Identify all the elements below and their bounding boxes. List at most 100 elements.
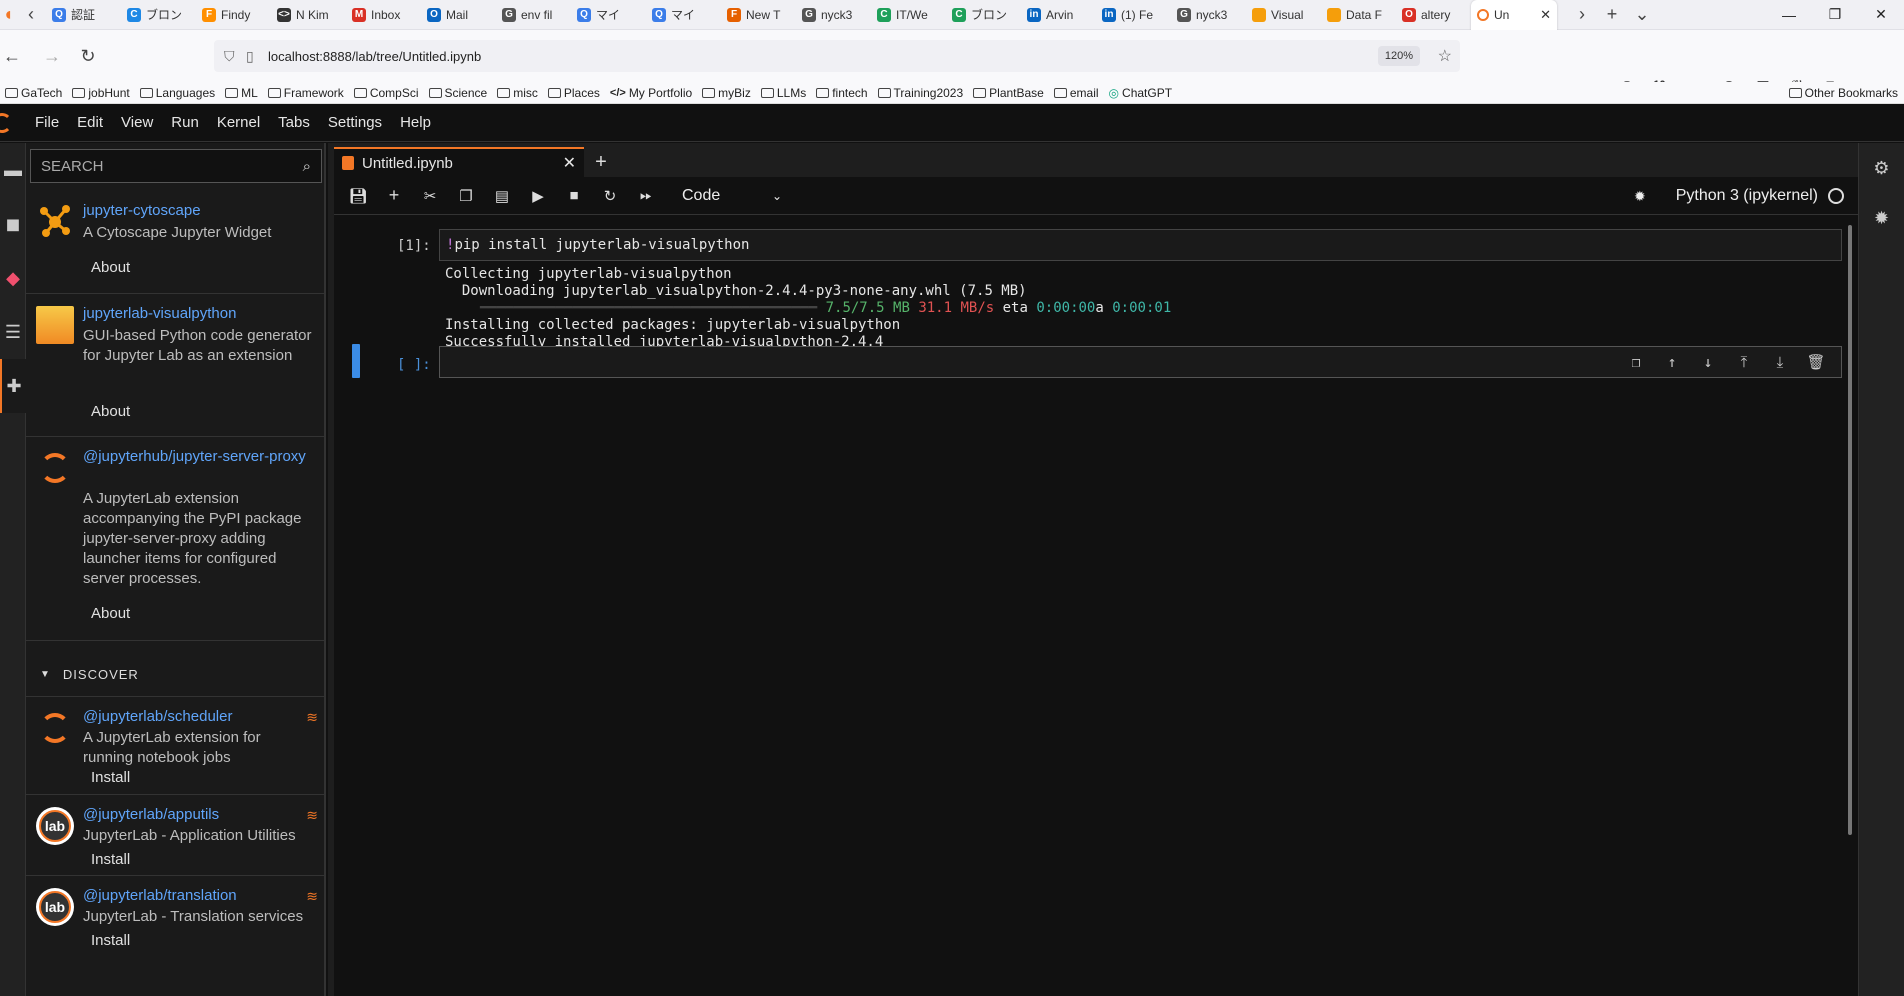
file-browser-icon[interactable]: ▬ — [0, 143, 26, 197]
zoom-level-badge[interactable]: 120% — [1377, 46, 1420, 66]
bookmark-item[interactable]: ML — [220, 86, 263, 100]
duplicate-cell-icon[interactable]: ❐ — [1623, 347, 1649, 377]
bookmark-item[interactable]: Science — [424, 86, 493, 100]
close-notebook-icon[interactable]: ✕ — [563, 153, 576, 173]
minimize-window-icon[interactable]: — — [1766, 0, 1812, 30]
menu-file[interactable]: File — [26, 114, 68, 131]
property-inspector-icon[interactable]: ☰ — [0, 305, 26, 359]
bookmark-item[interactable]: ◎ ChatGPT — [1104, 86, 1178, 100]
cut-icon[interactable]: ✂ — [412, 181, 448, 211]
cell-type-select[interactable]: Code ⌄ — [682, 187, 782, 205]
debugger-panel-icon[interactable]: ✹ — [1859, 193, 1904, 243]
browser-tab[interactable]: in Arvin — [1021, 2, 1096, 28]
bookmark-star-icon[interactable]: ☆ — [1438, 46, 1452, 66]
browser-tab[interactable]: Q マイ — [646, 2, 721, 28]
close-window-icon[interactable]: ✕ — [1858, 0, 1904, 30]
url-text[interactable]: localhost:8888/lab/tree/Untitled.ipynb — [268, 49, 481, 64]
menu-edit[interactable]: Edit — [68, 114, 112, 131]
move-down-icon[interactable]: ↓ — [1695, 347, 1721, 377]
extension-name[interactable]: jupyter-cytoscape — [83, 201, 313, 221]
menu-tabs[interactable]: Tabs — [269, 114, 319, 131]
bookmark-item[interactable]: CompSci — [349, 86, 424, 100]
about-button[interactable]: About — [83, 257, 138, 279]
move-up-icon[interactable]: ↑ — [1659, 347, 1685, 377]
restore-window-icon[interactable]: ❐ — [1812, 0, 1858, 30]
install-button[interactable]: Install — [83, 849, 138, 871]
bookmark-item[interactable]: GaTech — [0, 86, 67, 100]
warning-icon[interactable]: ≋ — [306, 709, 318, 726]
back-icon[interactable]: ← — [0, 38, 24, 74]
browser-tab-active[interactable]: Un ✕ — [1471, 0, 1557, 30]
extension-name[interactable]: @jupyterlab/translation — [83, 886, 313, 906]
running-terminals-icon[interactable]: ◼ — [0, 197, 26, 251]
property-settings-icon[interactable]: ⚙ — [1859, 143, 1904, 193]
insert-above-icon[interactable]: ⤒ — [1731, 347, 1757, 377]
bookmark-item[interactable]: email — [1049, 86, 1104, 100]
warning-icon[interactable]: ≋ — [306, 807, 318, 824]
browser-tab[interactable]: Gnyck3 — [1171, 2, 1246, 28]
menu-kernel[interactable]: Kernel — [208, 114, 269, 131]
menu-view[interactable]: View — [112, 114, 162, 131]
menu-run[interactable]: Run — [162, 114, 208, 131]
code-cell-input-empty[interactable]: ❐ ↑ ↓ ⤒ ⤓ 🗑︎ — [439, 346, 1842, 378]
install-button[interactable]: Install — [83, 930, 138, 952]
firefox-view-icon[interactable]: ◖ — [0, 0, 16, 30]
page-info-icon[interactable]: ▯ — [246, 48, 268, 65]
bookmark-item[interactable]: jobHunt — [67, 86, 134, 100]
list-tabs-icon[interactable]: ⌄ — [1627, 0, 1657, 30]
browser-tab[interactable]: C ブロン — [946, 2, 1021, 28]
copy-icon[interactable]: ❐ — [448, 181, 484, 211]
insert-cell-icon[interactable]: + — [376, 181, 412, 211]
extension-name[interactable]: @jupyterlab/scheduler — [83, 707, 313, 727]
browser-tab[interactable]: F Findy — [196, 2, 271, 28]
bookmark-item[interactable]: </> My Portfolio — [605, 86, 697, 100]
run-icon[interactable]: ▶ — [520, 181, 556, 211]
warning-icon[interactable]: ≋ — [306, 888, 318, 905]
stop-icon[interactable]: ■ — [556, 181, 592, 211]
bookmark-item[interactable]: Languages — [135, 86, 220, 100]
discover-section-header[interactable]: ▼ DISCOVER — [26, 653, 324, 697]
new-tab-icon[interactable]: + — [1597, 0, 1627, 30]
extension-name[interactable]: @jupyterhub/jupyter-server-proxy — [83, 447, 313, 467]
browser-tab[interactable]: O Mail — [421, 2, 496, 28]
bookmark-item[interactable]: fintech — [811, 86, 872, 100]
browser-tab[interactable]: Visual — [1246, 2, 1321, 28]
tracking-shield-icon[interactable]: ⛉ — [224, 48, 246, 65]
menu-help[interactable]: Help — [391, 114, 440, 131]
extension-name[interactable]: jupyterlab-visualpython — [83, 304, 313, 324]
other-bookmarks[interactable]: Other Bookmarks — [1784, 86, 1904, 100]
browser-tab[interactable]: Data F — [1321, 2, 1396, 28]
new-launcher-icon[interactable]: + — [586, 147, 616, 177]
about-button[interactable]: About — [83, 401, 138, 423]
paste-icon[interactable]: ▤ — [484, 181, 520, 211]
extension-manager-icon[interactable]: ✚ — [0, 359, 26, 413]
delete-cell-icon[interactable]: 🗑︎ — [1803, 347, 1829, 377]
fast-forward-icon[interactable]: ⏩︎ — [628, 181, 664, 211]
notebook-scrollbar[interactable] — [1848, 225, 1852, 835]
bookmark-item[interactable]: LLMs — [756, 86, 811, 100]
table-of-contents-icon[interactable]: ◆ — [0, 251, 26, 305]
tab-scroll-right-icon[interactable]: › — [1567, 0, 1597, 30]
browser-tab[interactable]: in (1) Fe — [1096, 2, 1171, 28]
bookmark-item[interactable]: PlantBase — [968, 86, 1049, 100]
about-button[interactable]: About — [83, 603, 138, 625]
notebook-tab[interactable]: Untitled.ipynb ✕ — [334, 147, 584, 177]
kernel-name[interactable]: Python 3 (ipykernel) — [1676, 187, 1818, 205]
browser-tab[interactable]: C IT/We — [871, 2, 946, 28]
browser-tab[interactable]: M Inbox — [346, 2, 421, 28]
close-tab-icon[interactable]: ✕ — [1540, 7, 1551, 23]
code-cell-input[interactable]: ! pip install jupyterlab-visualpython — [439, 229, 1842, 261]
browser-tab[interactable]: Q マイ — [571, 2, 646, 28]
extension-search-input[interactable]: SEARCH ⌕ — [30, 149, 322, 183]
bookmark-item[interactable]: Places — [543, 86, 605, 100]
reload-icon[interactable]: ↻ — [70, 38, 106, 74]
extension-name[interactable]: @jupyterlab/apputils — [83, 805, 313, 825]
url-bar[interactable]: ⛉ ▯ localhost:8888/lab/tree/Untitled.ipy… — [214, 40, 1460, 72]
save-icon[interactable]: 💾︎ — [340, 181, 376, 211]
menu-settings[interactable]: Settings — [319, 114, 391, 131]
browser-tab[interactable]: C ブロン — [121, 2, 196, 28]
forward-icon[interactable]: → — [34, 38, 70, 74]
bookmark-item[interactable]: Framework — [263, 86, 349, 100]
browser-tab[interactable]: F New T — [721, 2, 796, 28]
browser-tab[interactable]: <> N Kim — [271, 2, 346, 28]
